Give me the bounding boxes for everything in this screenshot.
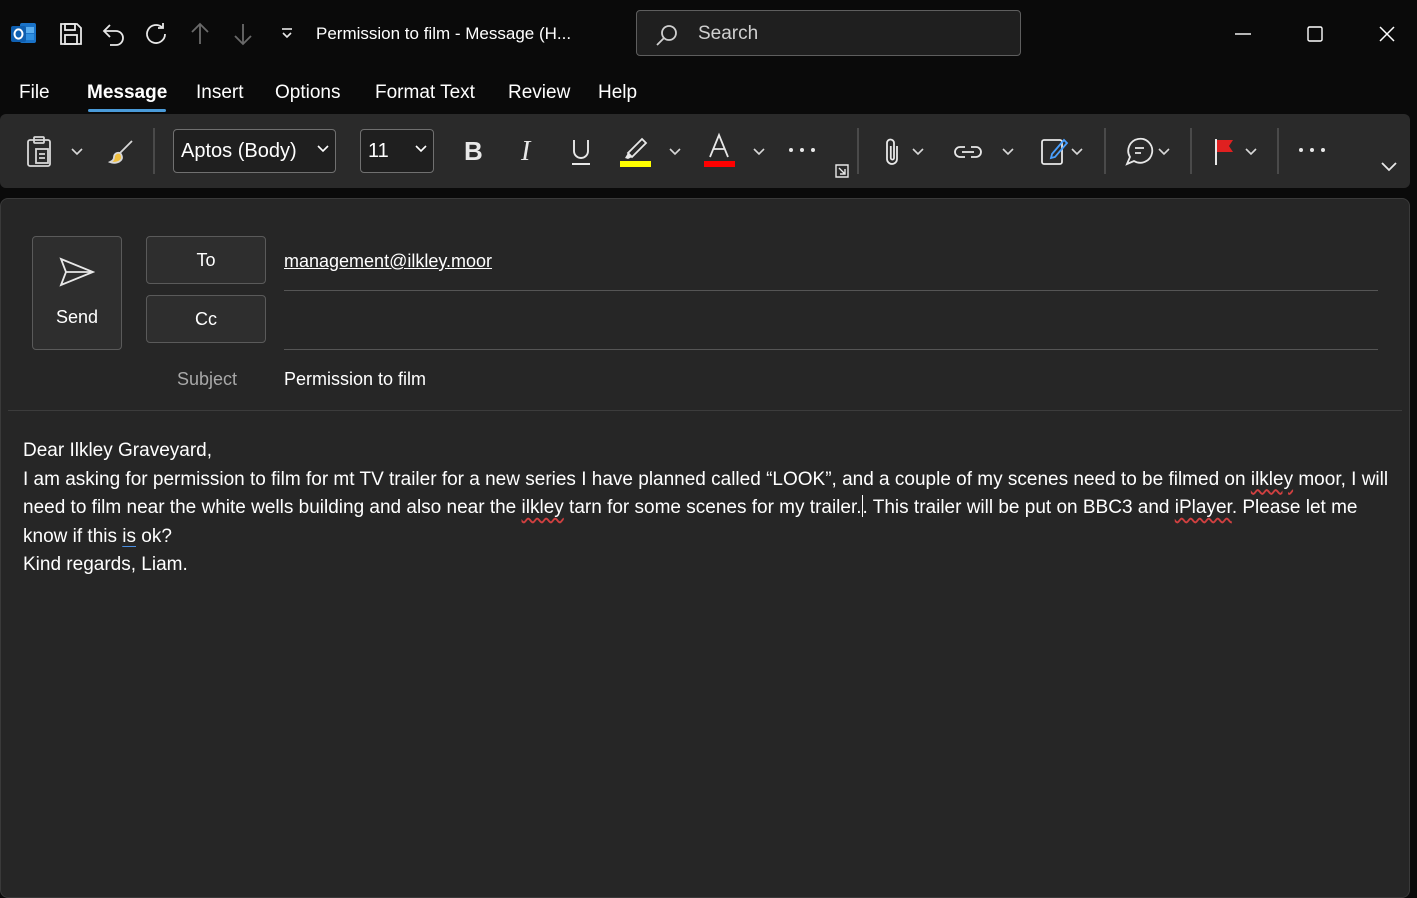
cc-field-underline (284, 349, 1378, 350)
subject-label: Subject (177, 369, 238, 389)
format-painter-icon[interactable] (105, 134, 141, 170)
body-paragraph: I am asking for permission to film for m… (23, 468, 1389, 547)
svg-text:I: I (520, 138, 532, 164)
tab-review[interactable]: Review (508, 82, 570, 104)
signature-dropdown-chevron-icon[interactable] (1068, 144, 1086, 160)
chevron-down-icon (317, 145, 329, 153)
font-size-value: 11 (368, 140, 389, 162)
misspelled-word[interactable]: ilkley (1251, 469, 1293, 490)
highlight-color-icon[interactable] (617, 130, 653, 170)
more-formatting-icon[interactable] (786, 140, 818, 160)
ribbon-tabs: File Message Insert Options Format Text … (0, 78, 1417, 114)
redo-icon[interactable] (142, 18, 172, 50)
window-title: Permission to film - Message (H... (316, 24, 572, 43)
link-icon[interactable] (950, 134, 986, 170)
cc-button[interactable]: Cc (146, 295, 266, 343)
cc-field[interactable] (284, 300, 1378, 344)
ribbon-separator (1277, 128, 1279, 174)
bold-icon[interactable]: B (455, 134, 491, 168)
tab-options[interactable]: Options (275, 82, 340, 104)
close-icon[interactable] (1367, 14, 1407, 54)
customize-toolbar-icon[interactable] (272, 18, 302, 50)
send-label: Send (55, 307, 99, 327)
font-color-dropdown-chevron-icon[interactable] (750, 144, 768, 160)
save-icon[interactable] (56, 18, 86, 50)
flag-dropdown-chevron-icon[interactable] (1242, 144, 1260, 160)
subject-field[interactable]: Permission to film (284, 369, 426, 390)
search-placeholder: Search (698, 23, 759, 44)
tab-message[interactable]: Message (87, 82, 167, 104)
underline-icon[interactable] (563, 134, 599, 170)
more-options-icon[interactable] (1296, 140, 1328, 160)
outlook-logo-icon (9, 18, 39, 50)
search-box[interactable]: Search (636, 10, 1021, 56)
tab-help[interactable]: Help (598, 82, 637, 104)
search-icon (655, 23, 679, 47)
dictate-dropdown-chevron-icon[interactable] (1155, 144, 1173, 160)
title-bar: Permission to film - Message (H... Searc… (0, 0, 1417, 70)
expand-ribbon-icon[interactable] (1378, 158, 1400, 176)
dictate-icon[interactable] (1121, 134, 1157, 170)
grammar-flagged-word[interactable]: is (122, 526, 136, 547)
misspelled-word[interactable]: ilkley (522, 497, 564, 518)
arrow-up-icon[interactable] (185, 18, 215, 50)
send-icon (59, 257, 95, 287)
to-recipient[interactable]: management@ilkley.moor (284, 251, 492, 272)
message-body[interactable]: Dear Ilkley Graveyard, I am asking for p… (23, 437, 1393, 580)
paste-dropdown-chevron-icon[interactable] (68, 144, 86, 160)
maximize-icon[interactable] (1295, 14, 1335, 54)
attach-file-icon[interactable] (878, 134, 908, 170)
undo-icon[interactable] (99, 18, 129, 50)
font-size-dropdown[interactable]: 11 (360, 129, 434, 173)
font-name-value: Aptos (Body) (181, 140, 297, 162)
svg-text:B: B (464, 138, 483, 164)
ribbon-separator (1104, 128, 1106, 174)
font-color-icon[interactable] (701, 130, 737, 170)
chevron-down-icon (415, 145, 427, 153)
italic-icon[interactable]: I (510, 134, 544, 168)
ribbon-separator (857, 128, 859, 174)
signature-icon[interactable] (1036, 132, 1072, 170)
highlight-dropdown-chevron-icon[interactable] (666, 144, 684, 160)
to-field-underline (284, 290, 1378, 291)
dialog-launcher-icon[interactable] (833, 162, 851, 180)
ribbon-separator (1190, 128, 1192, 174)
flag-icon[interactable] (1208, 134, 1242, 170)
tab-file[interactable]: File (19, 82, 50, 104)
ribbon-toolbar: Aptos (Body) 11 B I (0, 114, 1410, 188)
tab-format-text[interactable]: Format Text (375, 82, 475, 104)
arrow-down-icon[interactable] (228, 18, 258, 50)
font-name-dropdown[interactable]: Aptos (Body) (173, 129, 336, 173)
misspelled-word[interactable]: iPlayer (1175, 497, 1232, 518)
header-body-divider (8, 410, 1402, 411)
ribbon-separator (153, 128, 155, 174)
to-button[interactable]: To (146, 236, 266, 284)
closing-line: Kind regards, Liam. (23, 554, 188, 575)
paste-icon[interactable] (22, 134, 58, 170)
send-button[interactable]: Send (32, 236, 122, 350)
active-tab-indicator (88, 109, 166, 112)
tab-insert[interactable]: Insert (196, 82, 244, 104)
attach-dropdown-chevron-icon[interactable] (909, 144, 927, 160)
greeting-line: Dear Ilkley Graveyard, (23, 440, 213, 461)
link-dropdown-chevron-icon[interactable] (999, 144, 1017, 160)
minimize-icon[interactable] (1223, 14, 1263, 54)
